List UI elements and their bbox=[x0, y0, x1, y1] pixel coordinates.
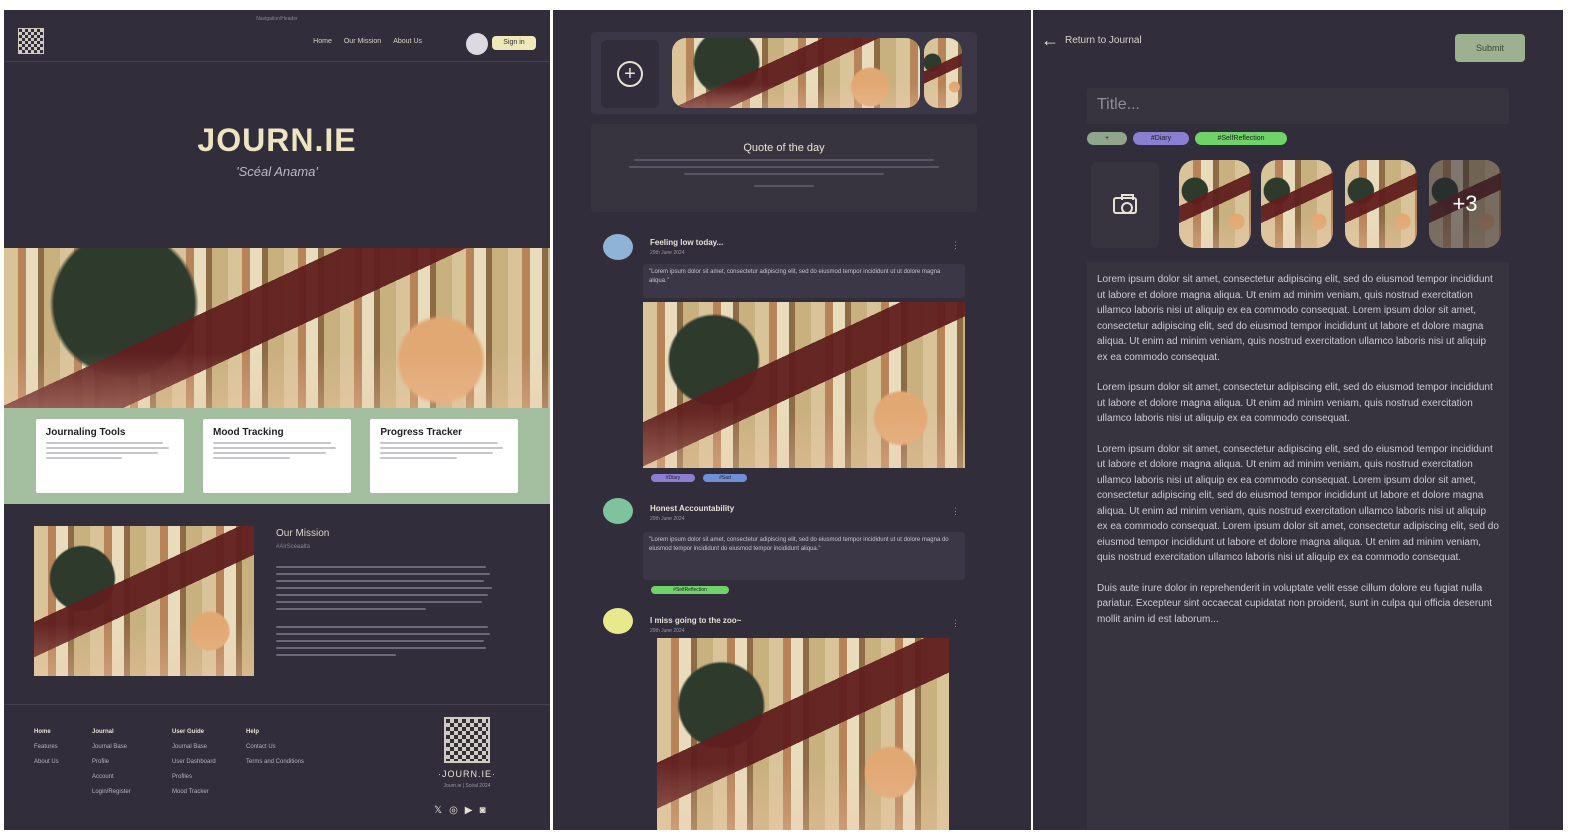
post-text: "Lorem ipsum dolor sit amet, consectetur… bbox=[643, 532, 965, 580]
tag-badge[interactable]: #Diary bbox=[651, 474, 695, 482]
footer-heading: Home bbox=[34, 729, 51, 735]
entry-body-textarea[interactable]: Lorem ipsum dolor sit amet, consectetur … bbox=[1087, 262, 1509, 830]
mission-title: Our Mission bbox=[276, 528, 330, 539]
more-vertical-icon[interactable]: ⋮ bbox=[951, 506, 960, 517]
youtube-icon[interactable]: ▶ bbox=[465, 805, 473, 816]
footer-link[interactable]: Profiles bbox=[172, 770, 216, 785]
x-icon[interactable]: 𝕏 bbox=[434, 805, 442, 816]
footer-link[interactable]: Mood Tracker bbox=[172, 785, 216, 800]
submit-button[interactable]: Submit bbox=[1455, 34, 1525, 62]
tag-badge[interactable]: #Sad bbox=[703, 474, 747, 482]
social-links: 𝕏 ◎ ▶ ◙ bbox=[434, 805, 486, 816]
mission-tag: #AirScéaalta bbox=[276, 544, 311, 550]
footer-link[interactable]: Profile bbox=[92, 755, 131, 770]
top-nav: Home Our Mission About Us Sign in bbox=[4, 22, 550, 62]
feature-title: Mood Tracking bbox=[212, 427, 284, 438]
hero-image bbox=[4, 248, 550, 408]
post-text: "Lorem ipsum dolor sit amet, consectetur… bbox=[643, 264, 965, 298]
feature-card-progress[interactable]: Progress Tracker bbox=[370, 419, 519, 493]
footer-qr-icon bbox=[444, 717, 490, 763]
footer-link[interactable]: About Us bbox=[34, 755, 59, 770]
post-avatar bbox=[603, 234, 633, 260]
footer-link[interactable]: User Dashboard bbox=[172, 755, 216, 770]
footer: Home Features About Us Journal Journal B… bbox=[4, 704, 550, 830]
feature-title: Journaling Tools bbox=[45, 427, 126, 438]
story-image[interactable] bbox=[924, 38, 962, 108]
discord-icon[interactable]: ◙ bbox=[480, 805, 486, 816]
nav-about-us[interactable]: About Us bbox=[393, 38, 422, 45]
post-title[interactable]: Feeling low today... bbox=[650, 238, 723, 247]
add-photo-button[interactable] bbox=[1091, 162, 1159, 248]
footer-heading: User Guide bbox=[172, 729, 205, 735]
tag-badge[interactable]: #SelfReflection bbox=[651, 586, 729, 594]
post-title[interactable]: Honest Accountability bbox=[650, 504, 734, 513]
feed-page-panel: + Quote of the day Feeling low today... … bbox=[553, 10, 1031, 830]
post-date: 29th June 2024 bbox=[650, 628, 685, 634]
footer-brand: ·JOURN.IE· bbox=[438, 769, 496, 779]
editor-page-panel: ← Return to Journal Submit Title... + #D… bbox=[1033, 10, 1563, 830]
entry-paragraph: Lorem ipsum dolor sit amet, consectetur … bbox=[1097, 443, 1499, 564]
sign-in-button[interactable]: Sign in bbox=[492, 36, 536, 50]
footer-link[interactable]: Terms and Conditions bbox=[246, 755, 304, 770]
post-date: 29th June 2024 bbox=[650, 516, 685, 522]
footer-copyright: Journ.ie | Scéal 2024 bbox=[443, 783, 491, 789]
footer-link[interactable]: Journal Base bbox=[92, 740, 131, 755]
entry-paragraph: Lorem ipsum dolor sit amet, consectetur … bbox=[1097, 274, 1493, 363]
plus-circle-icon: + bbox=[617, 61, 643, 87]
logo-qr-icon[interactable] bbox=[18, 28, 44, 54]
nav-home[interactable]: Home bbox=[313, 38, 332, 45]
post-date: 29th June 2024 bbox=[650, 250, 685, 256]
post-image[interactable] bbox=[657, 638, 949, 830]
title-input[interactable]: Title... bbox=[1087, 88, 1509, 124]
footer-heading: Journal bbox=[92, 729, 114, 735]
footer-link[interactable]: Contact Us bbox=[246, 740, 304, 755]
footer-col-home: Home Features About Us bbox=[34, 725, 59, 770]
footer-heading: Help bbox=[246, 729, 260, 735]
footer-col-journal: Journal Journal Base Profile Account Log… bbox=[92, 725, 131, 800]
site-title: JOURN.IE bbox=[197, 122, 357, 158]
more-photos-count[interactable]: +3 bbox=[1429, 160, 1501, 248]
post-avatar bbox=[603, 608, 633, 634]
photo-thumbnail[interactable] bbox=[1345, 160, 1417, 248]
instagram-icon[interactable]: ◎ bbox=[449, 805, 458, 816]
feature-card-journaling[interactable]: Journaling Tools bbox=[35, 419, 184, 493]
more-vertical-icon[interactable]: ⋮ bbox=[951, 618, 960, 629]
return-label: Return to Journal bbox=[1065, 34, 1142, 46]
post-image[interactable] bbox=[643, 302, 965, 468]
camera-icon bbox=[1113, 193, 1137, 214]
feature-card-mood[interactable]: Mood Tracking bbox=[202, 419, 351, 493]
footer-link[interactable]: Login/Register bbox=[92, 785, 131, 800]
footer-link[interactable]: Account bbox=[92, 770, 131, 785]
footer-link[interactable]: Journal Base bbox=[172, 740, 216, 755]
entry-paragraph: Duis aute irure dolor in reprehenderit i… bbox=[1097, 582, 1493, 625]
feature-title: Progress Tracker bbox=[380, 427, 463, 438]
quote-title: Quote of the day bbox=[743, 142, 825, 154]
quote-of-the-day: Quote of the day bbox=[591, 124, 977, 212]
avatar[interactable] bbox=[466, 33, 488, 55]
mission-image bbox=[34, 526, 254, 676]
footer-col-user-guide: User Guide Journal Base User Dashboard P… bbox=[172, 725, 216, 800]
photo-thumbnail[interactable] bbox=[1261, 160, 1333, 248]
post-avatar bbox=[603, 498, 633, 524]
entry-paragraph: Lorem ipsum dolor sit amet, consectetur … bbox=[1097, 382, 1493, 424]
home-page-panel: Navigation/Header Home Our Mission About… bbox=[4, 10, 550, 830]
return-to-journal-link[interactable]: ← Return to Journal bbox=[1041, 30, 1142, 50]
arrow-left-icon: ← bbox=[1041, 30, 1059, 50]
story-image[interactable] bbox=[672, 38, 920, 108]
nav-our-mission[interactable]: Our Mission bbox=[344, 38, 381, 45]
add-tag-button[interactable]: + bbox=[1087, 132, 1127, 145]
footer-col-help: Help Contact Us Terms and Conditions bbox=[246, 725, 304, 770]
photo-thumbnail[interactable] bbox=[1179, 160, 1251, 248]
more-vertical-icon[interactable]: ⋮ bbox=[951, 240, 960, 251]
footer-link[interactable]: Features bbox=[34, 740, 59, 755]
post-title[interactable]: I miss going to the zoo~ bbox=[650, 616, 741, 625]
features-section: Journaling Tools Mood Tracking Progress … bbox=[4, 408, 550, 504]
site-subtitle: 'Scéal Anama' bbox=[236, 164, 318, 179]
tag-badge[interactable]: #SelfReflection bbox=[1195, 132, 1287, 145]
add-entry-button[interactable]: + bbox=[601, 40, 659, 108]
tag-badge[interactable]: #Diary bbox=[1133, 132, 1189, 145]
